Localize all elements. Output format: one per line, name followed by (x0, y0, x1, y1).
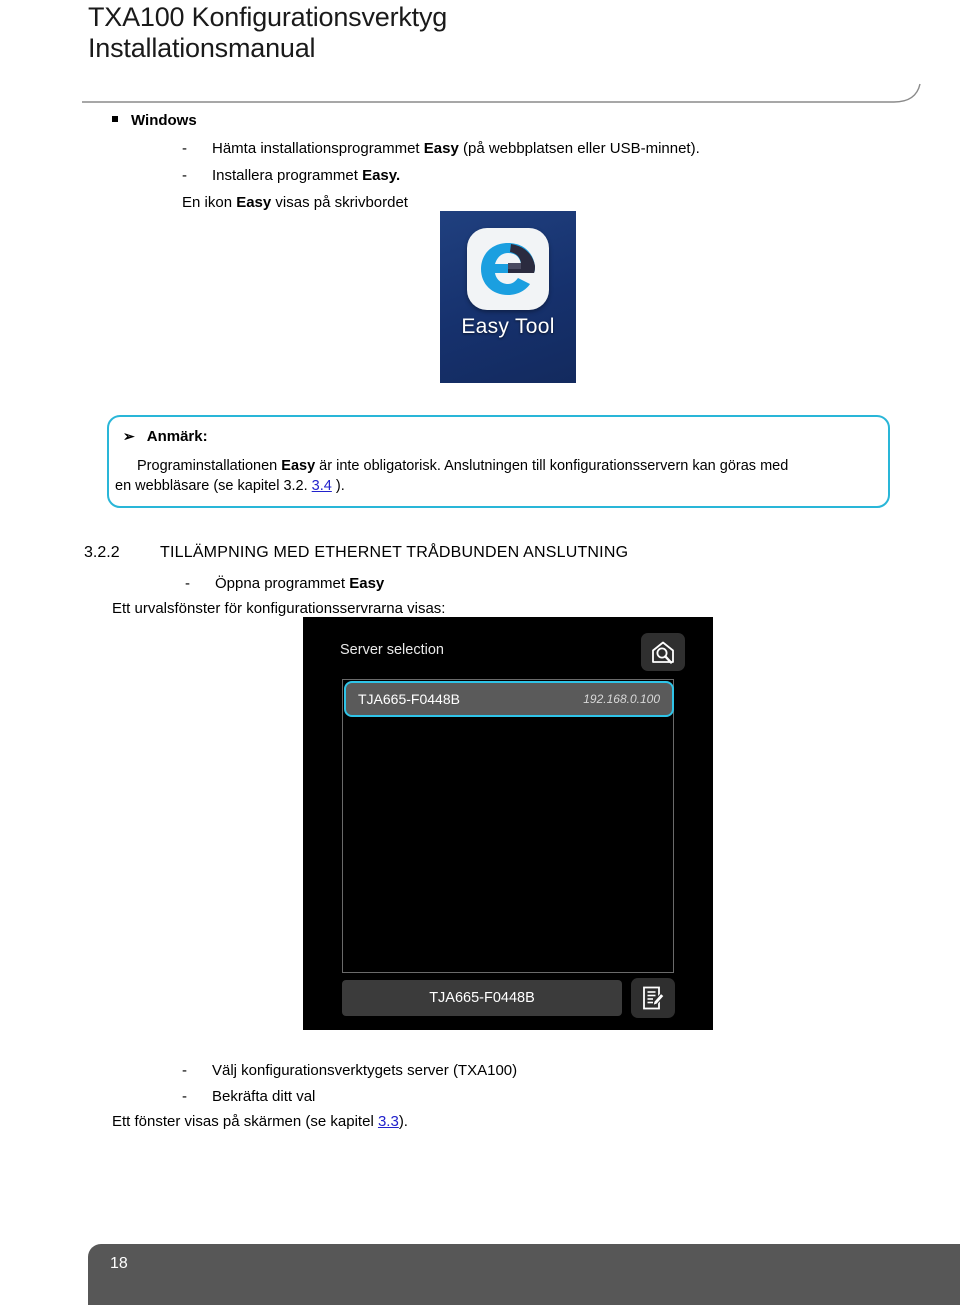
easy-e-logo-icon (478, 240, 538, 298)
chapter-3-3-link[interactable]: 3.3 (378, 1113, 399, 1130)
edit-server-button[interactable] (631, 978, 675, 1018)
page-footer-bar: 18 (88, 1244, 960, 1305)
step-open-easy: - Öppna programmet Easy (185, 575, 384, 592)
server-list-item-selected[interactable]: TJA665-F0448B 192.168.0.100 (344, 681, 674, 717)
step-select-server: - Välj konfigurationsverktygets server (… (182, 1062, 517, 1079)
arrow-bullet-icon: ➢ (123, 428, 135, 444)
chapter-3-4-link[interactable]: 3.4 (312, 478, 332, 494)
house-search-icon (641, 633, 685, 671)
easy-tool-app-tile (467, 228, 549, 310)
note-heading-label: Anmärk: (146, 428, 208, 445)
desktop-icon-note: En ikon Easy visas på skrivbordet (182, 194, 408, 211)
square-bullet-icon (112, 116, 118, 122)
document-subtitle: Installationsmanual (88, 33, 316, 63)
easy-tool-icon-label: Easy Tool (461, 315, 555, 338)
server-ip-address: 192.168.0.100 (583, 692, 660, 706)
server-list[interactable]: TJA665-F0448B 192.168.0.100 (342, 679, 674, 973)
easy-tool-desktop-icon-image: Easy Tool (440, 211, 576, 383)
closing-note: Ett fönster visas på skärmen (se kapitel… (112, 1113, 408, 1130)
step-install-easy: - Installera programmet Easy. (182, 167, 400, 184)
confirm-server-button[interactable]: TJA665-F0448B (342, 980, 622, 1016)
note-line-1: Programinstallationen Easy är inte oblig… (137, 458, 789, 474)
section-title: TILLÄMPNING MED ETHERNET TRÅDBUNDEN ANSL… (160, 544, 629, 561)
windows-heading: Windows (112, 112, 197, 129)
document-edit-icon (631, 978, 675, 1018)
server-selection-app-screenshot: Server selection TJA665-F0448B 192.168.0… (303, 617, 713, 1030)
note-box: ➢ Anmärk: Programinstallationen Easy är … (107, 415, 890, 508)
dash-marker: - (185, 575, 190, 592)
step-select-server-text: Välj konfigurationsverktygets server (TX… (212, 1062, 518, 1079)
step-confirm-choice: - Bekräfta ditt val (182, 1088, 315, 1105)
house-search-button[interactable] (641, 633, 685, 671)
section-number: 3.2.2 (84, 544, 120, 561)
step-open-easy-text: Öppna programmet Easy (215, 575, 385, 592)
step-download-easy: - Hämta installationsprogrammet Easy (på… (182, 140, 700, 157)
note-body: Programinstallationen Easy är inte oblig… (115, 456, 883, 496)
step-confirm-choice-text: Bekräfta ditt val (212, 1088, 316, 1105)
document-title: TXA100 Konfigurationsverktyg (88, 2, 448, 32)
note-line-2: en webbläsare (se kapitel 3.2. 3.4 ). (115, 478, 345, 494)
dash-marker: - (182, 1088, 187, 1105)
step-install-easy-text: Installera programmet Easy. (212, 167, 401, 184)
header-divider-rule (82, 82, 927, 112)
app-window-title: Server selection (340, 642, 444, 658)
dash-marker: - (182, 1062, 187, 1079)
step-download-easy-text: Hämta installationsprogrammet Easy (på w… (212, 140, 700, 157)
server-name: TJA665-F0448B (358, 691, 460, 707)
page-number: 18 (110, 1255, 128, 1272)
dash-marker: - (182, 167, 187, 184)
selection-window-intro: Ett urvalsfönster för konfigurationsserv… (112, 600, 446, 617)
note-heading: ➢ Anmärk: (123, 428, 208, 445)
dash-marker: - (182, 140, 187, 157)
windows-heading-label: Windows (131, 112, 197, 129)
